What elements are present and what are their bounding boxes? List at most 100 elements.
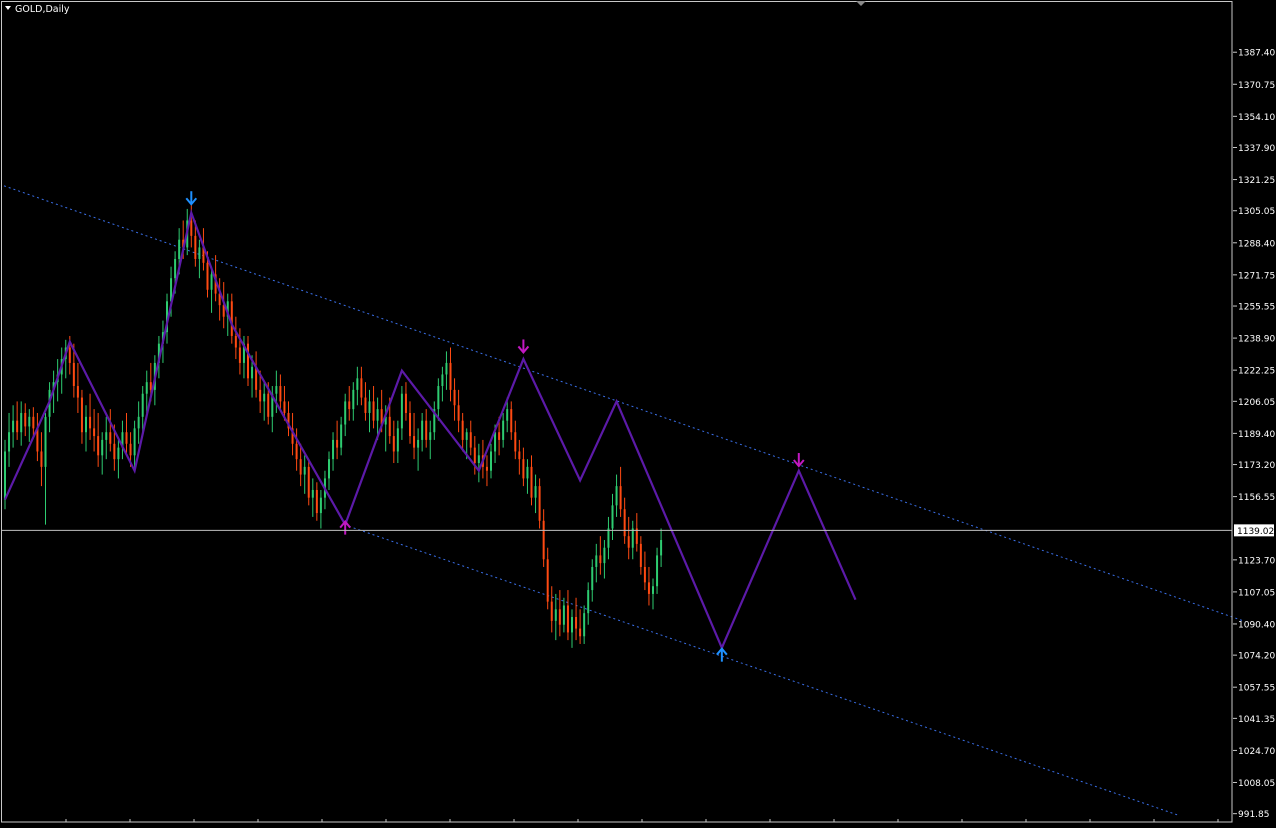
candle-body <box>571 617 573 633</box>
candle-body <box>8 432 11 452</box>
y-tick-label: 1337.90 <box>1238 144 1275 154</box>
candle-body <box>125 432 128 444</box>
y-tick-label: 1107.05 <box>1238 588 1275 598</box>
chart-title-group[interactable]: GOLD,Daily <box>5 4 70 15</box>
candle-body <box>368 401 371 413</box>
chart-window[interactable]: 1387.40 1370.75 1354.10 1337.90 1321.25 1305.… <box>0 0 1276 824</box>
candle-body <box>16 420 19 433</box>
candle-body <box>210 274 213 290</box>
candle-body <box>429 432 432 440</box>
candle-body <box>178 239 181 259</box>
y-tick-label: 1222.25 <box>1238 367 1275 377</box>
price-chart[interactable]: 1387.40 1370.75 1354.10 1337.90 1321.25 1305.… <box>0 0 1276 824</box>
candle-body <box>348 401 351 410</box>
chart-background <box>0 0 1276 824</box>
candle-body <box>652 586 654 594</box>
candle-body <box>263 393 266 402</box>
candle-body <box>28 416 31 427</box>
candle-body <box>230 301 233 336</box>
candle-body <box>388 416 391 437</box>
candle-body <box>587 590 590 614</box>
candle-body <box>413 436 416 448</box>
candle-body <box>526 466 529 479</box>
candle-body <box>579 628 582 637</box>
candle-body <box>356 378 359 390</box>
candle-body <box>372 401 375 421</box>
candle-body <box>283 401 286 413</box>
candle-body <box>404 393 407 413</box>
candle-body <box>465 432 468 440</box>
candle-body <box>332 439 335 460</box>
candle-body <box>518 451 521 460</box>
y-tick-label: 1173.20 <box>1238 461 1275 471</box>
candle-body <box>660 540 663 556</box>
y-tick-label: 1255.55 <box>1238 303 1275 313</box>
candle-body <box>190 220 193 236</box>
candle-body <box>72 362 75 387</box>
candle-body <box>137 416 140 429</box>
candle-body <box>32 416 35 429</box>
candle-body <box>538 486 541 521</box>
candle-body <box>307 466 310 498</box>
candle-body <box>502 420 505 440</box>
y-tick-label: 1123.70 <box>1238 556 1275 566</box>
candle-body <box>477 455 480 464</box>
candle-body <box>623 509 626 537</box>
candle-body <box>392 436 395 452</box>
candle-body <box>113 443 116 460</box>
y-tick-label: 1271.75 <box>1238 271 1275 281</box>
candle-body <box>12 420 15 433</box>
candle-body <box>295 443 298 460</box>
candle-body <box>40 451 43 467</box>
candle-body <box>68 347 71 363</box>
candle-body <box>409 412 411 437</box>
candle-body <box>145 382 148 394</box>
candle-body <box>506 409 509 421</box>
candle-body <box>558 609 561 625</box>
candle-body <box>453 389 456 406</box>
candle-body <box>251 366 254 379</box>
candle-body <box>101 439 104 456</box>
candle-body <box>473 447 476 464</box>
candle-body <box>546 559 549 602</box>
candle-body <box>4 451 6 500</box>
y-tick-label: 1305.05 <box>1238 207 1275 217</box>
chart-title: GOLD,Daily <box>15 4 70 15</box>
candle-body <box>336 439 339 448</box>
candle-body <box>514 432 517 452</box>
candle-body <box>344 401 347 425</box>
candle-body <box>206 262 209 290</box>
candle-body <box>639 543 642 567</box>
candle-body <box>319 497 322 514</box>
candle-body <box>80 397 83 433</box>
y-tick-label: 1354.10 <box>1238 113 1275 123</box>
candle-body <box>85 416 87 433</box>
candle-body <box>89 416 92 429</box>
candle-body <box>24 412 27 427</box>
candle-body <box>611 505 614 529</box>
y-tick-label: 991.85 <box>1238 810 1270 820</box>
candle-body <box>485 466 488 471</box>
candle-body <box>417 439 420 448</box>
candle-body <box>449 362 452 390</box>
candle-body <box>400 393 403 429</box>
candle-body <box>461 420 464 440</box>
y-tick-label: 1090.40 <box>1238 620 1275 630</box>
candle-body <box>238 347 241 363</box>
y-tick-label: 1370.75 <box>1238 81 1275 91</box>
candle-body <box>619 486 622 510</box>
candle-body <box>607 528 610 548</box>
candle-body <box>591 566 594 591</box>
candle-body <box>566 605 569 633</box>
y-tick-label: 1156.55 <box>1238 493 1275 503</box>
y-tick-label: 1321.25 <box>1238 176 1275 186</box>
candle-body <box>425 420 428 440</box>
candle-body <box>599 555 602 564</box>
candle-body <box>583 613 586 637</box>
candle-body <box>421 420 424 440</box>
candle-body <box>575 617 578 629</box>
candle-body <box>133 428 136 456</box>
candle-body <box>129 443 132 456</box>
candle-body <box>328 459 330 479</box>
candle-body <box>396 428 399 452</box>
